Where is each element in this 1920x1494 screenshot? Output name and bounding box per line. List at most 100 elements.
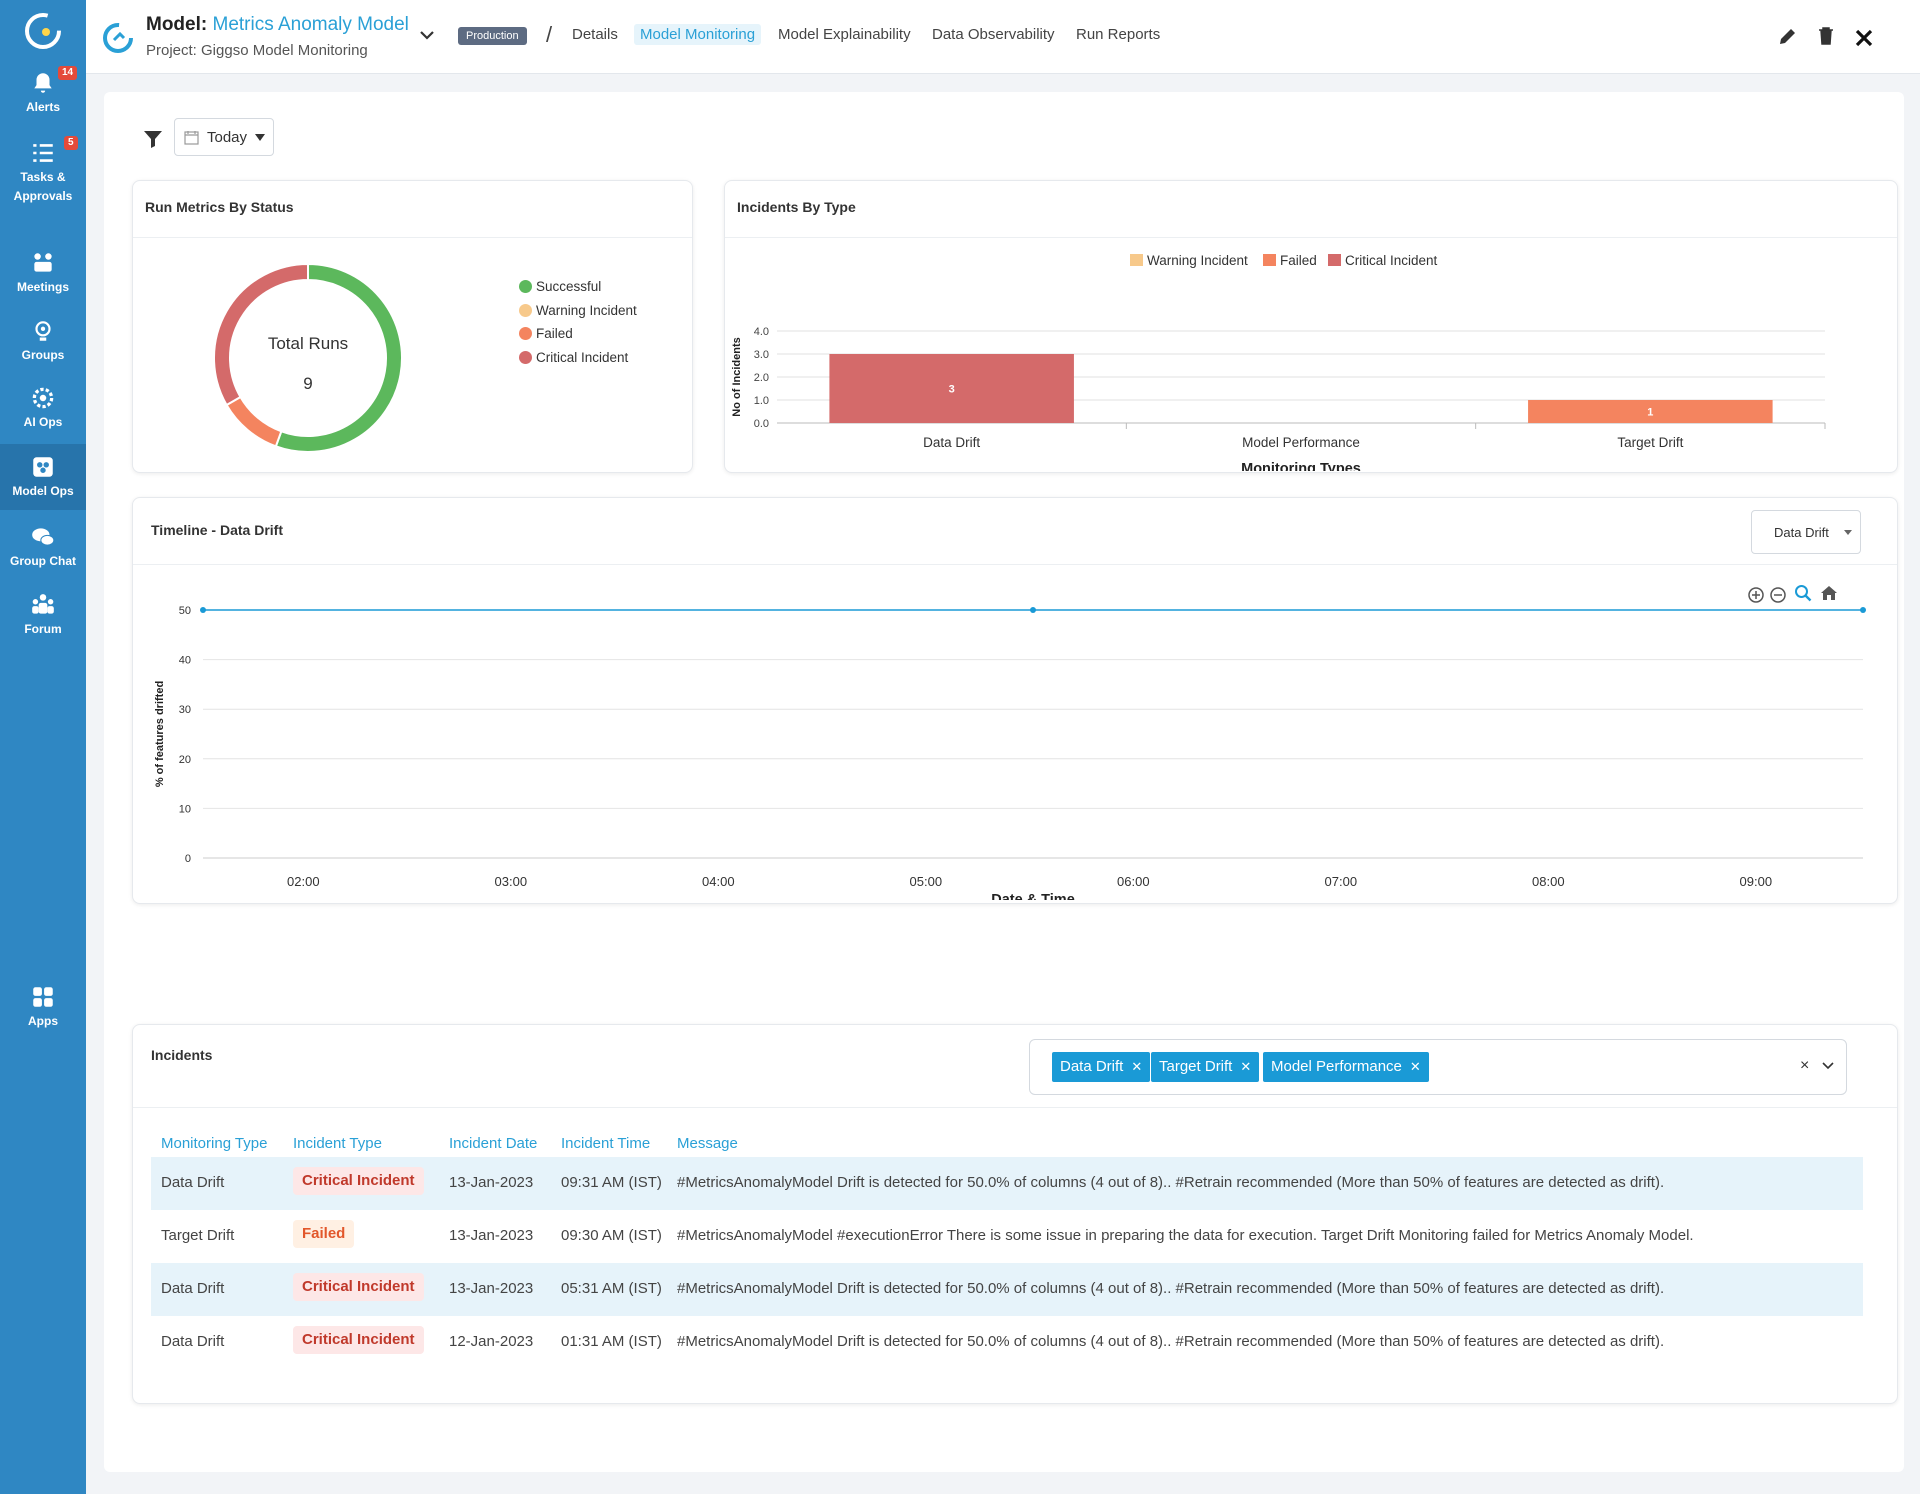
project-name: Project: Giggso Model Monitoring — [146, 42, 368, 59]
legend-warning-incident[interactable]: Warning Incident — [1130, 253, 1248, 268]
sidebar-item-label: Model Ops — [12, 484, 74, 498]
sidebar-item-ai-ops[interactable]: AI Ops — [0, 385, 86, 432]
incident-type-badge: Critical Incident — [293, 1273, 424, 1301]
column-header-incident-time[interactable]: Incident Time — [561, 1135, 650, 1152]
sidebar-item-alerts[interactable]: 14 Alerts — [0, 66, 86, 117]
run-metrics-card: Run Metrics By Status Total Runs 9 Succes… — [132, 180, 693, 473]
cell-incident-date: 12-Jan-2023 — [449, 1333, 534, 1350]
donut-slice-failed[interactable] — [225, 395, 283, 448]
column-header-incident-type[interactable]: Incident Type — [293, 1135, 382, 1152]
timeline-card: Timeline - Data Drift Data Drift 0 10 20 30… — [132, 497, 1898, 904]
edit-icon[interactable] — [1776, 24, 1800, 48]
tasks-badge: 5 — [64, 136, 78, 150]
monitoring-type-select[interactable]: Data Drift — [1751, 510, 1861, 554]
column-header-monitoring-type[interactable]: Monitoring Type — [161, 1135, 267, 1152]
cell-message: #MetricsAnomalyModel #executionError The… — [677, 1227, 1694, 1244]
cell-incident-time: 05:31 AM (IST) — [561, 1280, 662, 1297]
legend-critical-incident[interactable]: Critical Incident — [519, 350, 628, 365]
table-row[interactable]: Target Drift Failed 13-Jan-2023 09:30 AM… — [151, 1210, 1863, 1263]
clear-filter-icon[interactable]: × — [1800, 1057, 1809, 1075]
table-row[interactable]: Data Drift Critical Incident 13-Jan-2023… — [151, 1157, 1863, 1210]
incident-type-filter[interactable]: Data Drift ✕ Target Drift ✕ Model Performa… — [1029, 1039, 1847, 1095]
date-range-select[interactable]: Today — [174, 118, 274, 156]
caret-down-icon — [1844, 530, 1852, 535]
donut-center-value: 9 — [303, 374, 312, 393]
sidebar-item-apps[interactable]: Apps — [0, 984, 86, 1031]
model-ops-icon — [33, 457, 53, 477]
chat-icon — [32, 528, 55, 546]
table-row[interactable]: Data Drift Critical Incident 12-Jan-2023… — [151, 1316, 1863, 1369]
close-icon[interactable] — [1852, 26, 1876, 50]
column-header-message[interactable]: Message — [677, 1135, 738, 1152]
cell-incident-date: 13-Jan-2023 — [449, 1227, 534, 1244]
filter-tag-model-performance[interactable]: Model Performance ✕ — [1263, 1052, 1429, 1082]
sidebar-item-model-ops[interactable]: Model Ops — [0, 444, 86, 510]
chevron-down-icon[interactable] — [1820, 1058, 1836, 1074]
y-tick-label: 4.0 — [754, 326, 769, 338]
tab-details[interactable]: Details — [566, 24, 624, 45]
sidebar-item-forum[interactable]: Forum — [0, 592, 86, 639]
x-axis-title: Date & Time — [991, 892, 1075, 900]
legend-failed[interactable]: Failed — [1263, 253, 1317, 268]
legend-warning-incident[interactable]: Warning Incident — [519, 303, 637, 318]
delete-icon[interactable] — [1814, 24, 1838, 48]
alerts-badge: 14 — [58, 66, 78, 80]
remove-tag-icon[interactable]: ✕ — [1240, 1059, 1251, 1074]
donut-slice-successful[interactable] — [274, 262, 403, 453]
data-point[interactable] — [1030, 607, 1036, 613]
sidebar: 14 Alerts 5 Tasks & Approvals Meetings G… — [0, 0, 86, 1494]
legend-failed[interactable]: Failed — [519, 326, 573, 341]
cell-incident-time: 01:31 AM (IST) — [561, 1333, 662, 1350]
main-panel: Today Run Metrics By Status Total Runs 9 … — [104, 92, 1904, 1472]
donut-chart: Total Runs 9 — [213, 262, 403, 453]
model-prefix: Model: — [146, 14, 208, 35]
breadcrumb-separator: / — [546, 22, 553, 47]
cell-monitoring-type: Data Drift — [161, 1333, 225, 1350]
table-row[interactable]: Data Drift Critical Incident 13-Jan-2023… — [151, 1263, 1863, 1316]
date-range-value: Today — [207, 129, 248, 146]
sidebar-item-label: Apps — [28, 1014, 58, 1028]
sidebar-item-groups[interactable]: Groups — [0, 318, 86, 365]
tab-model-monitoring[interactable]: Model Monitoring — [634, 24, 762, 45]
x-tick-label: 09:00 — [1740, 874, 1773, 889]
sidebar-item-tasks[interactable]: 5 Tasks & Approvals — [0, 136, 86, 206]
column-header-incident-date[interactable]: Incident Date — [449, 1135, 537, 1152]
sidebar-item-label: Groups — [21, 348, 65, 362]
filter-icon[interactable] — [142, 128, 164, 150]
y-tick-label: 1.0 — [754, 395, 769, 407]
legend-critical-incident[interactable]: Critical Incident — [1328, 253, 1437, 268]
bar-chart: 0.0 1.0 2.0 3.0 4.0 Data Drift 3 Model Performa… — [731, 326, 1826, 471]
x-tick-label: 04:00 — [702, 874, 735, 889]
sidebar-item-meetings[interactable]: Meetings — [0, 250, 86, 297]
tab-run-reports[interactable]: Run Reports — [1070, 24, 1166, 45]
chevron-down-icon[interactable] — [416, 24, 438, 46]
data-point[interactable] — [200, 607, 206, 613]
data-point[interactable] — [1860, 607, 1866, 613]
remove-tag-icon[interactable]: ✕ — [1131, 1059, 1142, 1074]
filter-tag-data-drift[interactable]: Data Drift ✕ — [1052, 1052, 1151, 1082]
sidebar-item-label: Forum — [24, 622, 62, 636]
tab-data-observability[interactable]: Data Observability — [926, 24, 1061, 45]
donut-center-label: Total Runs — [268, 334, 348, 353]
page-title: Model: Metrics Anomaly Model — [146, 14, 409, 36]
cell-incident-time: 09:31 AM (IST) — [561, 1174, 662, 1191]
x-tick-label: 03:00 — [495, 874, 528, 889]
cell-incident-date: 13-Jan-2023 — [449, 1280, 534, 1297]
incident-type-badge: Failed — [293, 1220, 355, 1248]
y-tick-label: 3.0 — [754, 349, 769, 361]
caret-down-icon — [255, 134, 265, 141]
sidebar-item-group-chat[interactable]: Group Chat — [0, 524, 86, 571]
y-axis-title: % of features drifted — [154, 681, 166, 787]
tab-model-explainability[interactable]: Model Explainability — [772, 24, 917, 45]
legend-successful[interactable]: Successful — [519, 279, 601, 294]
filter-tag-target-drift[interactable]: Target Drift ✕ — [1151, 1052, 1260, 1082]
card-title: Incidents By Type — [737, 199, 856, 215]
y-tick-label: 2.0 — [754, 372, 769, 384]
cell-incident-time: 09:30 AM (IST) — [561, 1227, 662, 1244]
bar-value-label: 3 — [949, 384, 955, 396]
cell-monitoring-type: Data Drift — [161, 1280, 225, 1297]
incidents-by-type-card: Incidents By Type Warning Incident Faile… — [724, 180, 1898, 473]
remove-tag-icon[interactable]: ✕ — [1410, 1059, 1421, 1074]
incidents-card: Incidents Data Drift ✕ Target Drift ✕ Mode… — [132, 1024, 1898, 1404]
app-logo-icon[interactable] — [22, 10, 64, 52]
